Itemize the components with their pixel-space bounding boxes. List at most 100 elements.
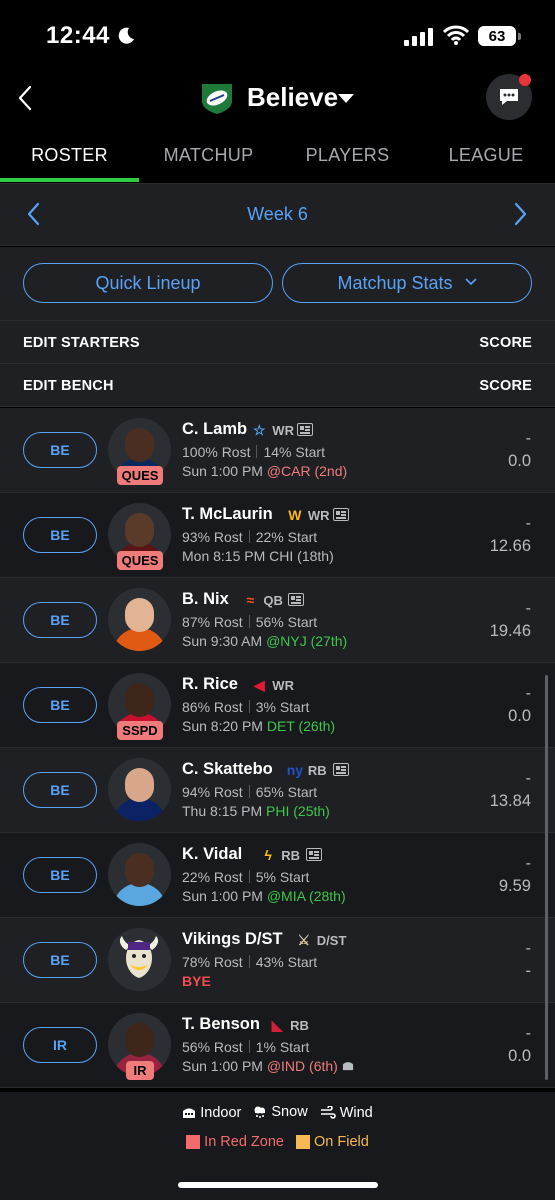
chat-bubble-icon bbox=[500, 89, 518, 105]
lineup-slot-button[interactable]: BE bbox=[23, 517, 97, 553]
player-name[interactable]: Vikings D/ST bbox=[182, 930, 283, 949]
score-column-header: SCORE bbox=[479, 378, 532, 394]
tab-players[interactable]: PLAYERS bbox=[278, 132, 417, 184]
edit-starters-link[interactable]: EDIT STARTERS bbox=[23, 335, 140, 351]
lineup-slot-button[interactable]: BE bbox=[23, 432, 97, 468]
lineup-slot-button[interactable]: BE bbox=[23, 602, 97, 638]
game-info: Sun 1:00 PM @IND (6th) bbox=[182, 1058, 354, 1074]
red-zone-label: In Red Zone bbox=[204, 1134, 284, 1150]
player-position: WR bbox=[272, 678, 294, 693]
edit-bench-header: EDIT BENCH SCORE bbox=[0, 364, 555, 407]
player-position: D/ST bbox=[316, 933, 347, 948]
chargers-icon: ϟ bbox=[264, 847, 272, 863]
rostered-percent: 87% Rost bbox=[182, 614, 243, 630]
player-row[interactable]: IR IR T. Benson ◣ RB 56% Rost 1% Start Sun 1:00… bbox=[0, 1003, 555, 1088]
player-score[interactable]: 0.0 bbox=[508, 707, 531, 726]
player-avatar[interactable] bbox=[108, 758, 171, 821]
player-score[interactable]: 19.46 bbox=[490, 622, 531, 641]
player-avatar[interactable] bbox=[108, 588, 171, 651]
player-row[interactable]: BE B. Nix ≈ QB 87% Rost 56% Start Sun 9:30 AM … bbox=[0, 578, 555, 663]
opponent-rank[interactable]: @NYJ (27th) bbox=[266, 633, 347, 649]
lineup-slot-button[interactable]: BE bbox=[23, 772, 97, 808]
quick-lineup-button[interactable]: Quick Lineup bbox=[23, 263, 273, 303]
opponent-rank[interactable]: CHI (18th) bbox=[269, 548, 334, 564]
opponent-rank[interactable]: BYE bbox=[182, 973, 211, 989]
tab-roster[interactable]: ROSTER bbox=[0, 132, 139, 184]
vikings-icon: ⚔ bbox=[297, 932, 311, 948]
player-row[interactable]: BE SSPD R. Rice ◀ WR 86% Rost 3% Start Sun 8:20… bbox=[0, 663, 555, 748]
roster-stats: 93% Rost 22% Start bbox=[182, 529, 317, 545]
star-icon: ☆ bbox=[253, 422, 266, 438]
rostered-percent: 86% Rost bbox=[182, 699, 243, 715]
player-score[interactable]: 9.59 bbox=[499, 877, 531, 896]
game-info: Sun 1:00 PM @CAR (2nd) bbox=[182, 463, 347, 479]
lineup-slot-button[interactable]: IR bbox=[23, 1027, 97, 1063]
game-time: Thu 8:15 PM bbox=[182, 803, 263, 819]
opponent-rank[interactable]: @CAR (2nd) bbox=[267, 463, 347, 479]
opponent-rank[interactable]: PHI (25th) bbox=[266, 803, 330, 819]
player-name[interactable]: T. Benson bbox=[182, 1015, 260, 1034]
player-list: BE QUES C. Lamb ☆ WR 100% Rost 14% Start Sun 1:… bbox=[0, 408, 555, 1088]
started-percent: 65% Start bbox=[255, 784, 318, 800]
snow-cloud-icon bbox=[254, 1106, 266, 1118]
roster-stats: 86% Rost 3% Start bbox=[182, 699, 309, 715]
matchup-stats-button[interactable]: Matchup Stats bbox=[282, 263, 532, 303]
rostered-percent: 78% Rost bbox=[182, 954, 243, 970]
stat-divider bbox=[248, 785, 250, 798]
player-name[interactable]: T. McLaurin bbox=[182, 505, 273, 524]
projected-score: - bbox=[525, 1025, 531, 1042]
game-time: Sun 9:30 AM bbox=[182, 633, 263, 649]
rostered-percent: 22% Rost bbox=[182, 869, 243, 885]
team-name-title[interactable]: Believe bbox=[247, 82, 338, 113]
player-row[interactable]: BE QUES C. Lamb ☆ WR 100% Rost 14% Start Sun 1:… bbox=[0, 408, 555, 493]
player-name[interactable]: R. Rice bbox=[182, 675, 238, 694]
on-field-legend-item: On Field bbox=[296, 1134, 369, 1150]
team-switch-caret-icon[interactable] bbox=[338, 94, 354, 103]
player-score[interactable]: 12.66 bbox=[490, 537, 531, 556]
stat-divider bbox=[248, 530, 250, 543]
next-week-chevron-icon[interactable] bbox=[510, 200, 530, 228]
lineup-slot-button[interactable]: BE bbox=[23, 687, 97, 723]
back-chevron-icon[interactable] bbox=[14, 82, 38, 114]
stat-divider bbox=[248, 1040, 250, 1053]
player-name[interactable]: C. Lamb bbox=[182, 420, 247, 439]
player-row[interactable]: BE Vikings D/ST ⚔ D/ST 78% Rost 43% Start BYE -… bbox=[0, 918, 555, 1003]
player-score[interactable]: 0.0 bbox=[508, 452, 531, 471]
stat-divider bbox=[248, 955, 250, 968]
week-label[interactable]: Week 6 bbox=[0, 204, 555, 225]
player-avatar[interactable] bbox=[108, 843, 171, 906]
player-row[interactable]: BE C. Skattebo ny RB 94% Rost 65% Start Thu 8:… bbox=[0, 748, 555, 833]
player-name[interactable]: C. Skattebo bbox=[182, 760, 273, 779]
edit-bench-link[interactable]: EDIT BENCH bbox=[23, 378, 114, 394]
player-row[interactable]: BE K. Vidal ϟ RB 22% Rost 5% Start Sun 1:00 PM… bbox=[0, 833, 555, 918]
news-icon[interactable] bbox=[297, 423, 314, 436]
player-score[interactable]: - bbox=[526, 962, 532, 981]
team-logo-avatar[interactable] bbox=[108, 928, 171, 991]
tab-league[interactable]: LEAGUE bbox=[417, 132, 555, 184]
lineup-slot-button[interactable]: BE bbox=[23, 942, 97, 978]
stadium-icon bbox=[183, 1108, 196, 1118]
lineup-slot-button[interactable]: BE bbox=[23, 857, 97, 893]
player-headshot bbox=[125, 428, 154, 462]
news-icon[interactable] bbox=[306, 848, 323, 861]
player-name[interactable]: K. Vidal bbox=[182, 845, 242, 864]
started-percent: 22% Start bbox=[255, 529, 318, 545]
opponent-rank[interactable]: @MIA (28th) bbox=[267, 888, 346, 904]
opponent-rank[interactable]: @IND (6th) bbox=[267, 1058, 338, 1074]
player-score[interactable]: 0.0 bbox=[508, 1047, 531, 1066]
news-icon[interactable] bbox=[332, 508, 349, 521]
home-indicator[interactable] bbox=[178, 1182, 378, 1188]
opponent-rank[interactable]: DET (26th) bbox=[267, 718, 335, 734]
player-score[interactable]: 13.84 bbox=[490, 792, 531, 811]
news-icon[interactable] bbox=[288, 593, 305, 606]
cellular-signal-icon bbox=[404, 28, 433, 46]
week-navigator: Week 6 bbox=[0, 184, 555, 246]
game-time: Sun 8:20 PM bbox=[182, 718, 263, 734]
news-icon[interactable] bbox=[332, 763, 349, 776]
player-name[interactable]: B. Nix bbox=[182, 590, 229, 609]
battery-tip bbox=[518, 33, 521, 40]
started-percent: 43% Start bbox=[255, 954, 318, 970]
player-row[interactable]: BE QUES T. McLaurin W WR 93% Rost 22% Start Mon… bbox=[0, 493, 555, 578]
tab-matchup[interactable]: MATCHUP bbox=[139, 132, 278, 184]
scrollbar[interactable] bbox=[545, 675, 548, 1080]
